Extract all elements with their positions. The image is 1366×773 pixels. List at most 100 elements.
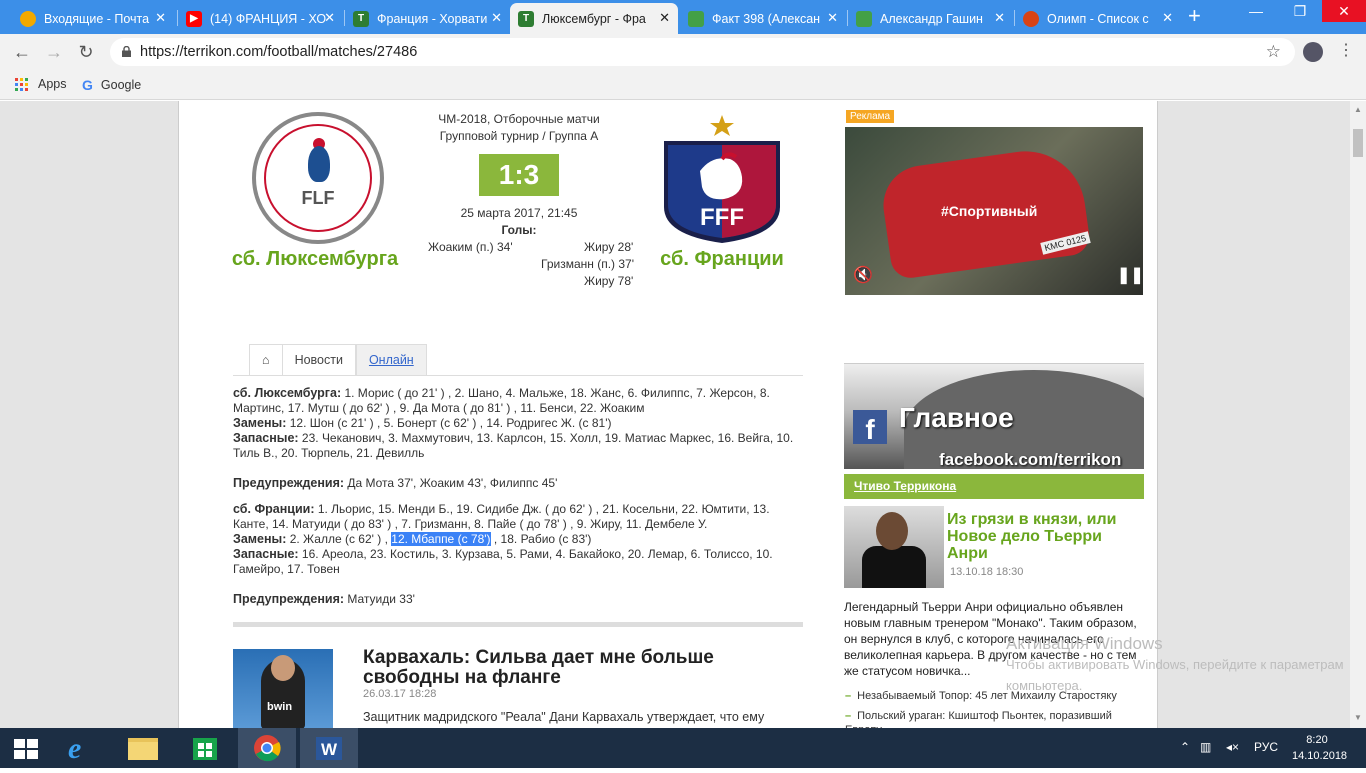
away-goal: Жиру 28' [584, 240, 634, 254]
start-button[interactable] [0, 728, 58, 768]
sheet-icon [688, 10, 704, 27]
away-lineup-team: сб. Франции: [233, 502, 315, 516]
match-date: 25 марта 2017, 21:45 [460, 206, 578, 220]
match-score: 1:3 [479, 154, 559, 196]
close-icon[interactable]: ✕ [491, 10, 502, 26]
player-face [271, 655, 295, 681]
new-tab-button[interactable]: + [1188, 4, 1201, 28]
ad-label: Реклама [846, 110, 895, 123]
volume-icon[interactable]: ◂× [1226, 740, 1239, 754]
tab-olimp[interactable]: Олимп - Список с ✕ [1015, 3, 1181, 34]
address-bar[interactable]: https://terrikon.com/football/matches/27… [110, 38, 1295, 66]
internet-explorer-icon[interactable]: e [52, 728, 110, 768]
news-excerpt: Защитник мадридского "Реала" Дани Карвах… [363, 710, 765, 724]
related-link-text: Незабываемый Топор: 45 лет Михаилу Старо… [857, 690, 1117, 702]
video-ad[interactable]: #Спортивный KMC 0125 🔇 ❚❚ [845, 127, 1143, 295]
bookmark-star-icon[interactable]: ☆ [1266, 38, 1281, 66]
profile-avatar[interactable] [1303, 42, 1323, 62]
mail-icon [20, 10, 36, 27]
bookmark-label: Google [100, 78, 142, 92]
article-title[interactable]: Из грязи в князи, или Новое дело Тьерри … [947, 511, 1147, 562]
related-link[interactable]: – Польский ураган: Кшиштоф Пьонтек, пораз… [845, 709, 1145, 728]
scroll-up-icon[interactable]: ▲ [1354, 105, 1362, 114]
menu-icon[interactable]: ⋮ [1338, 42, 1354, 60]
close-icon[interactable]: ✕ [1162, 10, 1173, 26]
window-close-icon[interactable]: ✕ [1322, 0, 1366, 22]
tab-label: Александр Гашин [880, 11, 983, 26]
language-indicator[interactable]: РУС [1254, 740, 1278, 754]
clock[interactable]: 8:20 14.10.2018 [1292, 732, 1347, 764]
sheet-icon [856, 10, 872, 27]
page-content: FLF сб. Люксембурга ЧМ-2018, Отборочные … [178, 101, 1158, 728]
close-icon[interactable]: ✕ [155, 10, 166, 26]
close-icon[interactable]: ✕ [827, 10, 838, 26]
back-icon[interactable]: ← [10, 40, 34, 64]
facebook-banner[interactable]: f Главное facebook.com/terrikon [844, 363, 1144, 469]
article-excerpt: Легендарный Тьерри Анри официально объяв… [844, 600, 1137, 678]
section-header-link[interactable]: Чтиво Терриконa [844, 474, 1144, 499]
tray-overflow-icon[interactable]: ⌃ [1180, 740, 1190, 754]
competition-name: ЧМ-2018, Отборочные матчи [438, 112, 600, 126]
news-title[interactable]: Карвахаль: Сильва дает мне больше свобод… [363, 648, 793, 688]
svg-text:W: W [321, 740, 338, 759]
ad-caption: #Спортивный [941, 203, 1038, 219]
dash-icon: – [845, 690, 852, 702]
home-icon: ⌂ [262, 353, 270, 367]
page-viewport: FLF сб. Люксембурга ЧМ-2018, Отборочные … [0, 101, 1350, 728]
scrollbar-thumb[interactable] [1353, 129, 1363, 157]
tab-youtube[interactable]: ▶ (14) ФРАНЦИЯ - ХО ✕ [178, 3, 343, 34]
away-reserves: 16. Ареола, 23. Костиль, 3. Курзава, 5. … [233, 547, 773, 576]
tab-news[interactable]: Новости [282, 344, 356, 376]
home-team-name[interactable]: сб. Люксембурга [229, 247, 401, 271]
chrome-icon[interactable] [238, 728, 296, 768]
match-competition: ЧМ-2018, Отборочные матчи Групповой турн… [419, 111, 619, 145]
tab-online[interactable]: Онлайн [355, 344, 427, 376]
windows-logo-icon [14, 739, 38, 759]
home-lineup-team: сб. Люксембурга: [233, 386, 342, 400]
away-warnings-list: Матуиди 33' [347, 592, 415, 606]
article-date: 13.10.18 18:30 [950, 566, 1024, 578]
tab-gashin[interactable]: Александр Гашин ✕ [848, 3, 1013, 34]
news-thumbnail[interactable]: bwin [233, 649, 333, 728]
close-icon[interactable]: ✕ [994, 10, 1005, 26]
reload-icon[interactable]: ↻ [74, 40, 98, 64]
close-icon[interactable]: ✕ [659, 10, 670, 26]
tab-inbox[interactable]: Входящие - Почта ✕ [12, 3, 174, 34]
svg-text:e: e [68, 732, 81, 765]
article-thumbnail[interactable] [844, 506, 944, 588]
home-goal: Жоаким (п.) 34' [428, 240, 513, 254]
word-icon[interactable]: W [300, 728, 358, 768]
bookmark-apps[interactable]: Apps [15, 77, 67, 91]
tab-label: (14) ФРАНЦИЯ - ХО [210, 11, 327, 26]
scroll-down-icon[interactable]: ▼ [1354, 713, 1362, 722]
tab-label: Факт 398 (Алексан [712, 11, 821, 26]
tab-home[interactable]: ⌂ [249, 344, 283, 376]
pause-icon[interactable]: ❚❚ [1117, 265, 1143, 285]
away-team-name[interactable]: сб. Франции [647, 247, 797, 271]
away-lineup-players: 1. Льорис, 15. Менди Б., 19. Сидибе Дж. … [233, 502, 770, 531]
network-icon[interactable]: ▥ [1200, 740, 1211, 754]
logo-text: FLF [301, 188, 335, 208]
restore-icon[interactable]: ❐ [1278, 0, 1322, 22]
file-explorer-icon[interactable] [114, 728, 172, 768]
store-icon[interactable] [176, 728, 234, 768]
minimize-icon[interactable]: — [1234, 0, 1278, 22]
apps-grid-icon [15, 77, 28, 91]
home-warnings-list: Да Мота 37', Жоаким 43', Филиппс 45' [347, 476, 558, 490]
page-scrollbar[interactable]: ▲ ▼ [1350, 101, 1366, 728]
tab-fact-398[interactable]: Факт 398 (Алексан ✕ [680, 3, 846, 34]
tab-luxembourg-france[interactable]: T Люксембург - Фра ✕ [510, 3, 678, 34]
bookmark-google[interactable]: G Google [82, 77, 141, 93]
home-warnings-label: Предупреждения: [233, 476, 345, 490]
sponsor-text: bwin [267, 701, 293, 713]
browser-toolbar: ← → ↻ https://terrikon.com/football/matc… [0, 34, 1366, 70]
home-reserves: 23. Чеканович, 3. Махмутович, 13. Карлсо… [233, 431, 794, 460]
forward-icon[interactable]: → [42, 40, 66, 64]
mute-icon[interactable]: 🔇 [853, 265, 873, 285]
goals-label: Голы: [501, 223, 537, 237]
url-text: https://terrikon.com/football/matches/27… [140, 44, 418, 60]
away-goal: Жиру 78' [584, 274, 634, 288]
related-link[interactable]: – Незабываемый Топор: 45 лет Михаилу Стар… [845, 689, 1145, 703]
close-icon[interactable]: ✕ [324, 10, 335, 26]
tab-france-croatia[interactable]: T Франция - Хорвати ✕ [345, 3, 510, 34]
